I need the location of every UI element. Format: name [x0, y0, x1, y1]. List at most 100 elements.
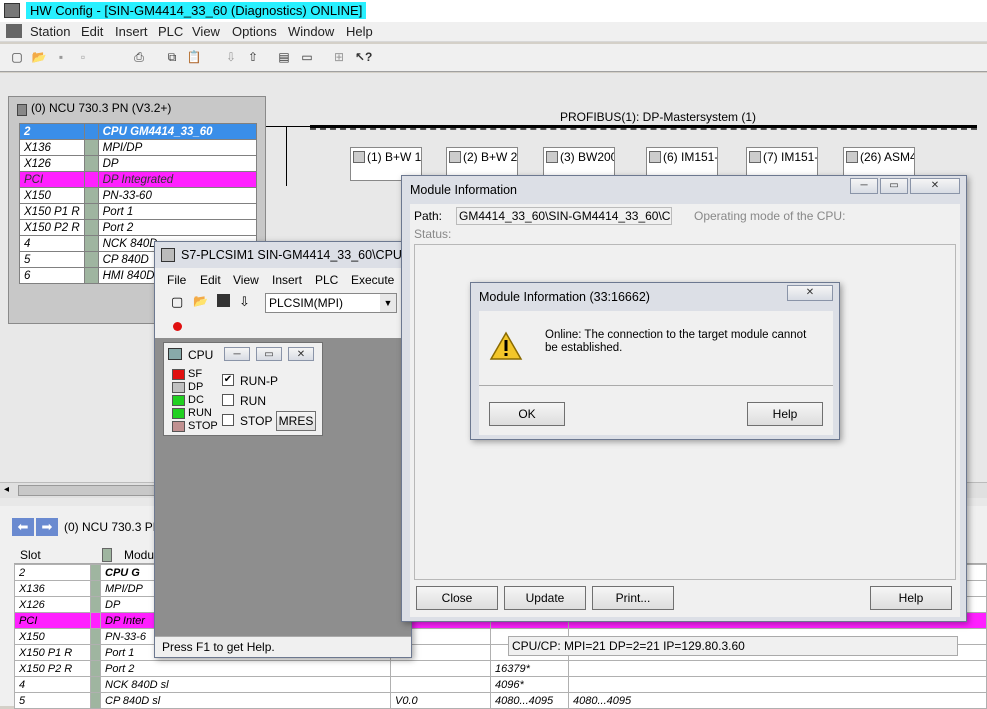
module-icon — [102, 548, 112, 562]
rack-row[interactable]: X150 P2 R Port 2 — [19, 219, 258, 236]
update-button[interactable]: Update — [504, 586, 586, 610]
print-button[interactable]: Print... — [592, 586, 674, 610]
maximize-button[interactable]: ▭ — [880, 178, 908, 194]
stop-label: STOP — [240, 414, 273, 428]
scroll-left-icon[interactable]: ◂ — [4, 484, 9, 495]
menu-view[interactable]: View — [192, 24, 220, 39]
menu-help[interactable]: Help — [346, 24, 373, 39]
rack-row[interactable]: 2 CPU GM4414_33_60 — [19, 123, 258, 140]
plcsim-connection-select[interactable]: PLCSIM(MPI) ▼ — [265, 293, 397, 313]
rack-row[interactable]: X136 MPI/DP — [19, 139, 258, 156]
rack-slot: X136 — [19, 139, 85, 156]
cell-slot: X136 — [14, 580, 91, 597]
menu-window[interactable]: Window — [288, 24, 334, 39]
plcsim-window: S7-PLCSIM1 SIN-GM4414_33_60\CPU G File E… — [154, 241, 415, 658]
menu-plc[interactable]: PLC — [158, 24, 183, 39]
close-button[interactable]: ✕ — [910, 178, 960, 194]
maximize-button[interactable]: ▭ — [256, 347, 282, 361]
plcsim-menu-execute[interactable]: Execute — [351, 273, 394, 287]
copy-icon[interactable]: ⧉ — [163, 48, 181, 66]
menu-edit[interactable]: Edit — [81, 24, 103, 39]
plcsim-statusbar: Press F1 to get Help. — [155, 636, 411, 657]
slave-icon — [353, 151, 365, 163]
network-icon[interactable]: ⊞ — [330, 48, 348, 66]
plcsim-menu-insert[interactable]: Insert — [272, 273, 302, 287]
led-sf — [172, 369, 185, 380]
table-row[interactable]: X150 P2 R Port 2 16379* — [14, 660, 987, 677]
module-icon — [83, 219, 99, 236]
help-button[interactable]: Help — [747, 402, 823, 426]
module-icon — [90, 596, 101, 613]
header-module[interactable]: Modu — [124, 548, 154, 562]
led-run-label: RUN — [188, 407, 212, 419]
module-icon — [83, 171, 99, 188]
back-arrow-icon[interactable]: ⬅ — [12, 518, 34, 536]
led-dp — [172, 382, 185, 393]
table-row[interactable]: 4 NCK 840D sl 4096* — [14, 676, 987, 693]
error-dialog-body: Online: The connection to the target mod… — [479, 311, 833, 435]
chevron-down-icon[interactable]: ▼ — [380, 294, 396, 312]
menu-options[interactable]: Options — [232, 24, 277, 39]
run-label: RUN — [240, 394, 266, 408]
module-icon — [83, 267, 99, 284]
runp-label: RUN-P — [240, 374, 278, 388]
catalog-icon[interactable]: ▤ — [275, 48, 293, 66]
window-title: HW Config - [SIN-GM4414_33_60 (Diagnosti… — [26, 2, 367, 19]
operating-mode-label: Operating mode of the CPU: — [694, 209, 846, 223]
module-icon — [83, 187, 99, 204]
window-icon[interactable]: ▭ — [298, 48, 316, 66]
rack-row[interactable]: X150 PN-33-60 — [19, 187, 258, 204]
save-icon[interactable]: ▪ — [52, 48, 70, 66]
upload-icon[interactable]: ⇧ — [244, 48, 262, 66]
close-button[interactable]: Close — [416, 586, 498, 610]
menu-insert[interactable]: Insert — [115, 24, 148, 39]
print-icon[interactable]: ⎙ — [130, 48, 148, 66]
minimize-button[interactable]: ─ — [224, 347, 250, 361]
table-row[interactable]: 5 CP 840D sl V0.0 4080...4095 4080...4095 — [14, 692, 987, 709]
rack-row[interactable]: X150 P1 R Port 1 — [19, 203, 258, 220]
profibus-line-dashed — [310, 128, 977, 130]
rack-slot: PCI — [19, 171, 85, 188]
profibus-label: PROFIBUS(1): DP-Mastersystem (1) — [560, 110, 757, 124]
slave-icon — [749, 151, 761, 163]
slave-icon — [649, 151, 661, 163]
rack-row[interactable]: PCI DP Integrated — [19, 171, 258, 188]
plcsim-menu-plc[interactable]: PLC — [315, 273, 338, 287]
module-info-title: Module Information — [410, 183, 518, 197]
mres-button[interactable]: MRES — [276, 411, 316, 431]
save-compile-icon[interactable]: ▫ — [74, 48, 92, 66]
cell-extra: 16379* — [490, 660, 569, 677]
plcsim-menu-view[interactable]: View — [233, 273, 259, 287]
new-icon[interactable]: ▢ — [171, 294, 183, 310]
cell-slot: X126 — [14, 596, 91, 613]
minimize-button[interactable]: ─ — [850, 178, 878, 194]
runp-checkbox[interactable]: ✔ — [222, 374, 234, 386]
forward-arrow-icon[interactable]: ➡ — [36, 518, 58, 536]
download-icon[interactable]: ⇩ — [239, 294, 250, 310]
slave-label: (6) IM151-1 — [663, 150, 718, 164]
new-icon[interactable]: ▢ — [8, 48, 26, 66]
stop-checkbox[interactable] — [222, 414, 234, 426]
scroll-thumb[interactable] — [18, 485, 158, 496]
open-icon[interactable]: 📂 — [30, 48, 48, 66]
help-context-icon[interactable]: ↖? — [354, 48, 372, 66]
module-icon — [90, 580, 101, 597]
plcsim-menu-edit[interactable]: Edit — [200, 273, 221, 287]
paste-icon[interactable]: 📋 — [185, 48, 203, 66]
rack-module: Port 1 — [97, 203, 258, 220]
rack-row[interactable]: X126 DP — [19, 155, 258, 172]
close-button[interactable]: ✕ — [288, 347, 314, 361]
plcsim-menu-file[interactable]: File — [167, 273, 186, 287]
run-checkbox[interactable] — [222, 394, 234, 406]
download-icon[interactable]: ⇩ — [222, 48, 240, 66]
rack-slot: 2 — [19, 123, 85, 140]
menu-station[interactable]: Station — [30, 24, 70, 39]
ok-button[interactable]: OK — [489, 402, 565, 426]
header-slot[interactable]: Slot — [20, 548, 41, 562]
save-icon[interactable] — [217, 294, 230, 307]
help-button[interactable]: Help — [870, 586, 952, 610]
close-button[interactable]: ✕ — [787, 285, 833, 301]
record-icon[interactable] — [173, 322, 182, 331]
open-icon[interactable]: 📂 — [193, 294, 208, 308]
module-icon — [90, 628, 101, 645]
